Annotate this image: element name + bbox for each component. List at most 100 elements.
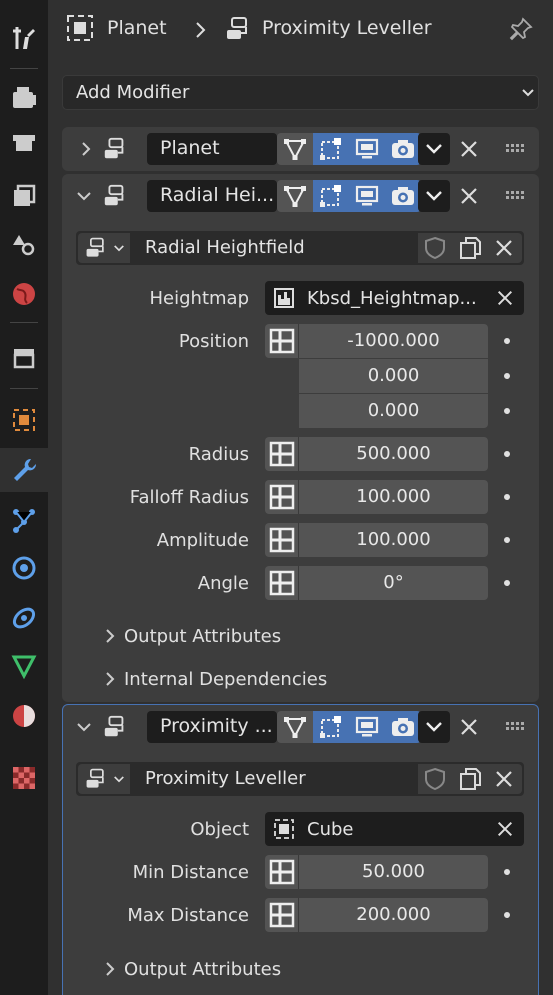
keyframe-dot[interactable] — [504, 912, 510, 918]
fake-user-shield-icon[interactable] — [423, 767, 447, 791]
keyframe-dot[interactable] — [504, 338, 510, 344]
output-tab[interactable] — [0, 120, 48, 164]
keyframe-dot[interactable] — [504, 494, 510, 500]
min-distance-field[interactable]: 50.000 — [299, 855, 488, 889]
remove-modifier-button[interactable] — [454, 712, 484, 742]
keyframe-dot[interactable] — [504, 451, 510, 457]
drag-handle-icon[interactable] — [506, 721, 526, 731]
modifier-name-field[interactable]: Radial Hei... — [147, 180, 277, 212]
object-tab[interactable] — [0, 398, 48, 442]
particles-tab[interactable] — [0, 498, 48, 542]
material-tab[interactable] — [0, 694, 48, 738]
position-x-field[interactable]: -1000.000 — [299, 324, 488, 358]
amplitude-attribute-toggle[interactable] — [265, 523, 299, 557]
viewport-toggle[interactable] — [349, 711, 385, 743]
falloff-radius-field[interactable]: 100.000 — [299, 480, 488, 514]
keyframe-dot[interactable] — [504, 408, 510, 414]
render-toggle[interactable] — [385, 711, 421, 743]
max-distance-attribute-toggle[interactable] — [265, 898, 299, 932]
on-cage-toggle[interactable] — [313, 133, 349, 165]
attribute-grid-icon — [269, 570, 294, 596]
world-tab[interactable] — [0, 272, 48, 316]
radius-field[interactable]: 500.000 — [299, 437, 488, 471]
view-layer-tab[interactable] — [0, 174, 48, 218]
viewport-toggle[interactable] — [349, 180, 385, 212]
collapse-chevron-icon[interactable] — [76, 719, 92, 735]
collapse-chevron-icon[interactable] — [76, 188, 92, 204]
edit-mode-toggle[interactable] — [277, 711, 313, 743]
on-cage-toggle[interactable] — [313, 711, 349, 743]
breadcrumb-modifier[interactable]: Proximity Leveller — [262, 17, 432, 39]
keyframe-dot[interactable] — [504, 373, 510, 379]
drag-handle-icon[interactable] — [506, 143, 526, 153]
duplicate-icon[interactable] — [458, 236, 482, 260]
keyframe-dot[interactable] — [504, 580, 510, 586]
on-cage-icon — [320, 716, 341, 738]
min-distance-label: Min Distance — [132, 862, 249, 883]
modifier-name-field[interactable]: Planet — [147, 133, 277, 165]
render-toggle[interactable] — [385, 180, 421, 212]
node-group-name[interactable]: Radial Heightfield — [145, 237, 305, 258]
remove-modifier-button[interactable] — [454, 181, 484, 211]
output-attributes-subpanel[interactable]: Output Attributes — [124, 626, 281, 647]
scene-tab[interactable] — [0, 222, 48, 266]
min-distance-attribute-toggle[interactable] — [265, 855, 299, 889]
render-toggle[interactable] — [385, 133, 421, 165]
clear-close-icon[interactable] — [496, 289, 514, 307]
modifier-menu-dropdown[interactable] — [418, 711, 450, 743]
position-z-field[interactable]: 0.000 — [299, 394, 488, 428]
angle-field[interactable]: 0° — [299, 566, 488, 600]
clear-close-icon[interactable] — [496, 820, 514, 838]
data-tab[interactable] — [0, 644, 48, 688]
attribute-grid-icon — [269, 527, 294, 553]
heightmap-field[interactable]: Kbsd_Heightmap... — [265, 281, 524, 315]
viewport-toggle[interactable] — [349, 133, 385, 165]
node-group-browse[interactable] — [78, 233, 130, 263]
expand-chevron-icon[interactable] — [102, 961, 118, 977]
pin-icon[interactable] — [508, 16, 534, 42]
physics-tab[interactable] — [0, 546, 48, 590]
fake-user-shield-icon[interactable] — [423, 236, 447, 260]
tool-tab[interactable] — [0, 16, 48, 60]
edit-mode-toggle[interactable] — [277, 180, 313, 212]
render-tab[interactable] — [0, 76, 48, 120]
texture-tab[interactable] — [0, 756, 48, 800]
unlink-close-icon[interactable] — [494, 769, 514, 789]
edit-mode-toggle[interactable] — [277, 133, 313, 165]
modifier-menu-dropdown[interactable] — [418, 180, 450, 212]
modifier-panel-proximity: Proximity ... Proximity Leveller Object … — [62, 704, 539, 995]
keyframe-dot[interactable] — [504, 537, 510, 543]
modifier-name-field[interactable]: Proximity ... — [147, 711, 277, 743]
heightmap-label: Heightmap — [149, 288, 250, 309]
angle-attribute-toggle[interactable] — [265, 566, 299, 600]
breadcrumb-object[interactable]: Planet — [107, 17, 167, 39]
drag-handle-icon[interactable] — [506, 190, 526, 200]
falloff-attribute-toggle[interactable] — [265, 480, 299, 514]
constraints-tab[interactable] — [0, 596, 48, 640]
amplitude-field[interactable]: 100.000 — [299, 523, 488, 557]
keyframe-dot[interactable] — [504, 869, 510, 875]
unlink-close-icon[interactable] — [494, 238, 514, 258]
expand-chevron-icon[interactable] — [102, 628, 118, 644]
output-attributes-subpanel[interactable]: Output Attributes — [124, 959, 281, 980]
duplicate-icon[interactable] — [458, 767, 482, 791]
position-attribute-toggle[interactable] — [265, 324, 299, 358]
max-distance-field[interactable]: 200.000 — [299, 898, 488, 932]
position-y-field[interactable]: 0.000 — [299, 359, 488, 393]
node-group-name[interactable]: Proximity Leveller — [145, 768, 306, 789]
modifier-menu-dropdown[interactable] — [418, 133, 450, 165]
on-cage-toggle[interactable] — [313, 180, 349, 212]
radius-attribute-toggle[interactable] — [265, 437, 299, 471]
object-icon — [67, 15, 93, 41]
node-group-browse[interactable] — [78, 764, 130, 794]
expand-chevron-icon[interactable] — [78, 141, 94, 157]
internal-dependencies-subpanel[interactable]: Internal Dependencies — [124, 669, 327, 690]
add-modifier-dropdown[interactable]: Add Modifier — [62, 75, 539, 110]
collection-tab[interactable] — [0, 336, 48, 380]
object-field[interactable]: Cube — [265, 812, 524, 846]
node-group-selector: Radial Heightfield — [76, 231, 524, 265]
expand-chevron-icon[interactable] — [102, 671, 118, 687]
remove-modifier-button[interactable] — [454, 134, 484, 164]
modifier-tab[interactable] — [0, 448, 48, 492]
edit-mode-icon — [284, 717, 306, 739]
